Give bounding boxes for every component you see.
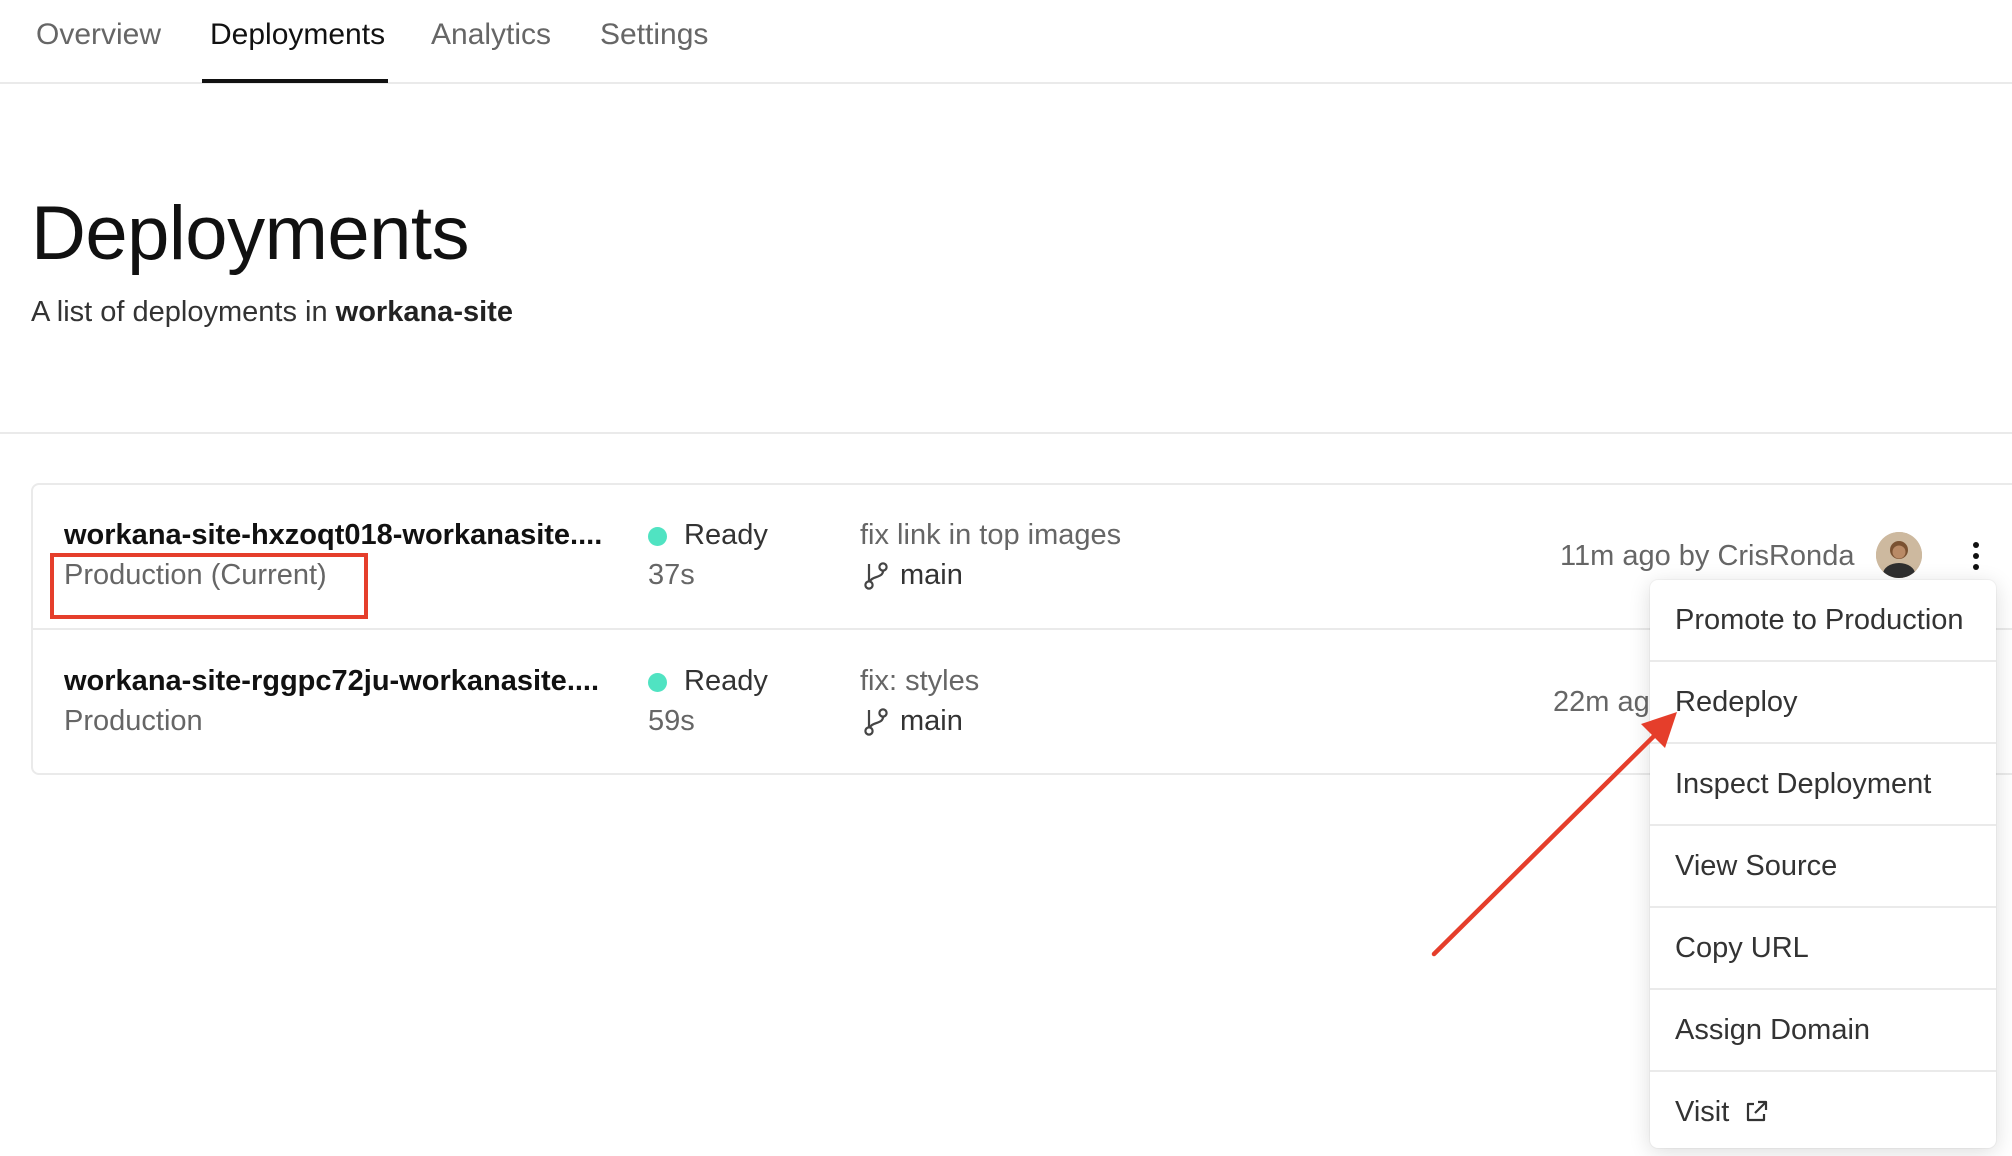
section-divider <box>0 432 2012 434</box>
status-ready-dot <box>648 527 667 546</box>
tab-analytics[interactable]: Analytics <box>431 18 551 52</box>
menu-item-label: Redeploy <box>1675 685 1798 718</box>
deployment-status: Ready <box>684 665 768 697</box>
menu-item-assign-domain[interactable]: Assign Domain <box>1650 990 1996 1070</box>
tab-overview[interactable]: Overview <box>36 18 161 52</box>
git-branch-icon <box>864 562 888 590</box>
top-tabs: Overview Deployments Analytics Settings <box>0 0 2012 84</box>
menu-item-redeploy[interactable]: Redeploy <box>1650 662 1996 742</box>
commit-message[interactable]: fix: styles <box>860 665 979 698</box>
menu-item-label: Promote to Production <box>1675 603 1964 636</box>
active-tab-indicator <box>202 79 388 83</box>
menu-item-label: Assign Domain <box>1675 1013 1871 1046</box>
menu-item-label: Copy URL <box>1675 931 1809 964</box>
menu-item-label: View Source <box>1675 849 1838 882</box>
avatar <box>1876 532 1922 578</box>
deployment-duration: 59s <box>648 705 695 737</box>
menu-item-label: Visit <box>1675 1095 1730 1128</box>
menu-item-visit[interactable]: Visit <box>1650 1072 1996 1152</box>
branch-name: main <box>900 705 963 737</box>
annotation-highlight-box <box>50 553 368 619</box>
status-ready-dot <box>648 673 667 692</box>
commit-message[interactable]: fix link in top images <box>860 519 1121 552</box>
menu-item-view-source[interactable]: View Source <box>1650 826 1996 906</box>
deployment-meta: 22m ag <box>1553 686 1650 718</box>
tab-settings[interactable]: Settings <box>600 18 708 52</box>
branch-name: main <box>900 559 963 591</box>
project-name: workana-site <box>335 296 513 328</box>
deployment-name[interactable]: workana-site-hxzoqt018-workanasite.... <box>64 519 602 552</box>
deployment-status: Ready <box>684 519 768 551</box>
deployment-actions-menu: Promote to Production Redeploy Inspect D… <box>1650 580 1996 1148</box>
avatar-image <box>1876 532 1922 578</box>
deployment-meta: 11m ago by CrisRonda <box>1560 540 1855 572</box>
more-options-icon[interactable] <box>1958 536 1994 576</box>
external-link-icon <box>1747 1100 1768 1122</box>
deployment-name[interactable]: workana-site-rggpc72ju-workanasite.... <box>64 665 599 698</box>
tab-deployments[interactable]: Deployments <box>210 18 385 52</box>
deployment-environment: Production <box>64 705 203 737</box>
deployment-duration: 37s <box>648 559 695 591</box>
menu-item-promote-to-production[interactable]: Promote to Production <box>1650 580 1996 660</box>
menu-item-copy-url[interactable]: Copy URL <box>1650 908 1996 988</box>
subtitle-text: A list of deployments in <box>31 296 336 328</box>
menu-item-label: Inspect Deployment <box>1675 767 1932 800</box>
page-title: Deployments <box>31 191 470 276</box>
git-branch-icon <box>864 708 888 736</box>
page-subtitle: A list of deployments in workana-site <box>31 296 513 329</box>
menu-item-inspect-deployment[interactable]: Inspect Deployment <box>1650 744 1996 824</box>
